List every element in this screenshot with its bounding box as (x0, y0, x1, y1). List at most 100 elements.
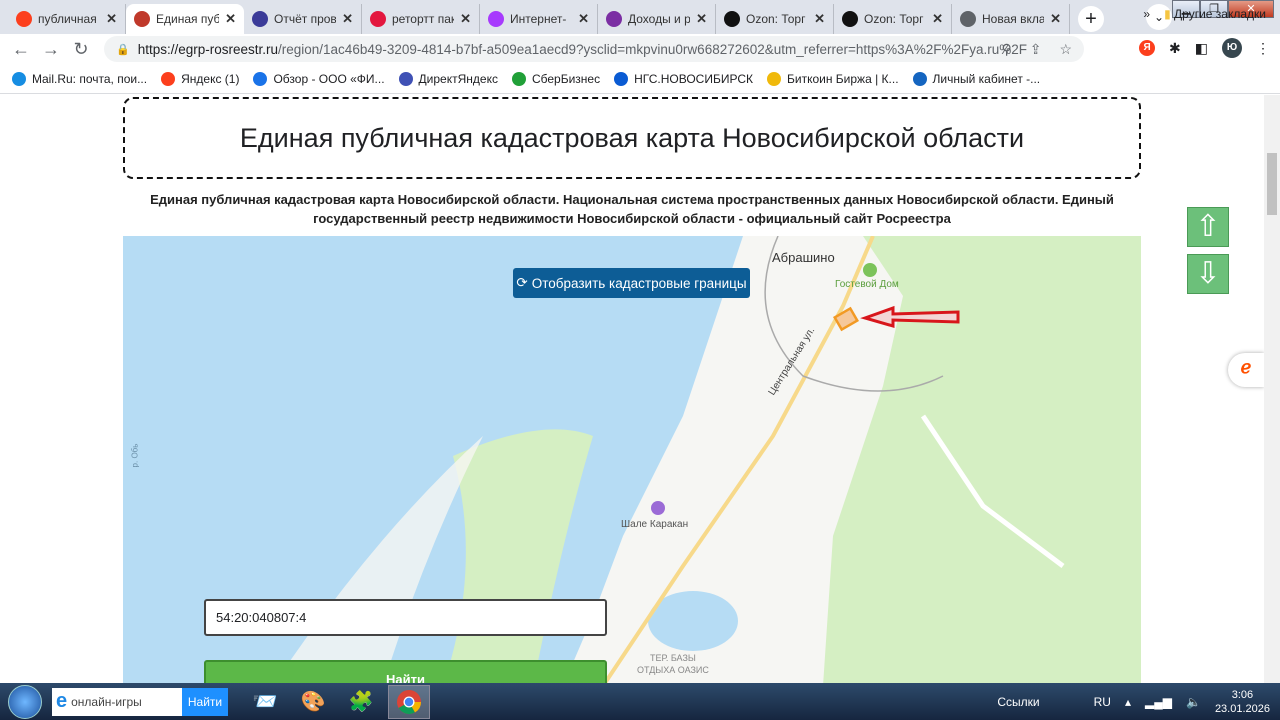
address-bar[interactable]: 🔒 https://egrp-rosreestr.ru/region/1ac46… (104, 36, 1084, 62)
close-tab-icon[interactable]: ✕ (342, 11, 353, 27)
bookmark-favicon-icon (511, 71, 526, 86)
more-bookmarks-button[interactable]: » (1143, 7, 1150, 21)
toolbar: ← → ↻ 🔒 https://egrp-rosreestr.ru/region… (0, 34, 1280, 64)
map[interactable]: Абрашино Гостевой Дом Центральная ул. Ша… (123, 236, 1141, 683)
tab[interactable]: Отчёт пров ✕ (244, 4, 362, 34)
taskbar-search-button[interactable]: Найти (182, 687, 228, 716)
bookmark-label: НГС.НОВОСИБИРСК (634, 71, 753, 86)
tab-title: Единая пуб (156, 12, 220, 26)
page-description: Единая публичная кадастровая карта Новос… (150, 192, 1114, 226)
tab-title: Ozon: Торг (864, 12, 924, 26)
tab[interactable]: Доходы и р ✕ (598, 4, 716, 34)
bookmark-item[interactable]: Яндекс (1) (161, 71, 239, 86)
tab[interactable]: Единая пуб ✕ (126, 4, 244, 34)
scrollbar-thumb[interactable] (1267, 153, 1277, 215)
forward-button[interactable]: → (36, 39, 66, 60)
w-icon (606, 11, 622, 27)
1688-widget-icon[interactable]: ℯ (1228, 353, 1264, 387)
close-tab-icon[interactable]: ✕ (932, 11, 943, 27)
volume-icon[interactable]: 🔈 (1186, 695, 1201, 709)
bookmark-favicon-icon (614, 71, 629, 86)
scroll-up-arrow-button[interactable]: ⇧ (1187, 207, 1229, 247)
reload-button[interactable]: ↻ (66, 39, 96, 60)
cadastral-number-input[interactable]: 54:20:040807:4 (204, 599, 607, 636)
start-button[interactable] (8, 684, 42, 719)
tab[interactable]: Ozon: Торг ✕ (716, 4, 834, 34)
extensions-puzzle-icon[interactable]: ✱ (1169, 40, 1181, 57)
map-label-river: р. Обь (130, 443, 140, 468)
tab[interactable]: Ozon: Торг ✕ (834, 4, 952, 34)
tab[interactable]: Новая вкла ✕ (952, 4, 1070, 34)
game-app-icon[interactable]: 🧩 (340, 685, 382, 719)
folder-icon: ▮ (1164, 7, 1171, 21)
clock-date: 23.01.2026 (1214, 702, 1270, 715)
bookmark-item[interactable]: ДиректЯндекс (398, 71, 498, 86)
close-tab-icon[interactable]: ✕ (106, 11, 117, 27)
bookmark-star-icon[interactable]: ☆ (1059, 41, 1072, 58)
tab[interactable]: публичная ✕ (8, 4, 126, 34)
links-toolbar[interactable]: Ссылки (997, 695, 1039, 709)
bookmark-item[interactable]: Обзор - ООО «ФИ... (253, 71, 385, 86)
web-page: Единая публичная кадастровая карта Новос… (0, 95, 1264, 683)
map-label-guest-house: Гостевой Дом (835, 279, 899, 290)
map-label-village: Абрашино (772, 250, 835, 265)
network-signal-icon[interactable]: ▂▄▆ (1145, 695, 1172, 709)
tab[interactable]: ретортт пак ✕ (362, 4, 480, 34)
bookmark-item[interactable]: СберБизнес (511, 71, 600, 86)
tray-arrow-icon[interactable]: ▴ (1125, 695, 1131, 709)
taskbar-search-input[interactable]: e онлайн-игры (52, 687, 182, 716)
close-tab-icon[interactable]: ✕ (814, 11, 825, 27)
page-scrollbar[interactable] (1264, 95, 1280, 683)
yandex-extension-icon[interactable]: Я (1139, 40, 1156, 56)
yandex-icon (16, 11, 32, 27)
bookmark-label: ДиректЯндекс (418, 71, 498, 86)
menu-kebab-icon[interactable]: ⋮ (1256, 40, 1270, 57)
taskbar: e онлайн-игры Найти 📨 🎨 🧩 Ссылки RU ▴ ▂▄▆… (0, 683, 1280, 720)
show-cadastral-borders-button[interactable]: ⟳ Отобразить кадастровые границы (513, 268, 750, 298)
language-indicator[interactable]: RU (1094, 695, 1111, 709)
close-tab-icon[interactable]: ✕ (1050, 11, 1061, 27)
clock-time: 3:06 (1231, 688, 1254, 701)
close-tab-icon[interactable]: ✕ (460, 11, 471, 27)
location-icon[interactable]: ⚲ (1001, 41, 1011, 58)
profile-avatar[interactable]: Ю (1222, 38, 1242, 58)
bookmark-favicon-icon (912, 71, 927, 86)
tab-title: ретортт пак (392, 12, 455, 26)
find-button[interactable]: Найти (204, 660, 607, 683)
bookmarks-bar: Mail.Ru: почта, пои... Яндекс (1) Обзор - … (0, 64, 1280, 94)
back-button[interactable]: ← (6, 39, 36, 60)
close-tab-icon[interactable]: ✕ (578, 11, 589, 27)
page-title: Единая публичная кадастровая карта Новос… (123, 97, 1141, 179)
bookmark-favicon-icon (767, 71, 781, 86)
bookmark-favicon-icon (161, 71, 176, 86)
map-label-chalet: Шале Каракан (621, 519, 689, 530)
bookmark-item[interactable]: Биткоин Биржа | К... (767, 71, 899, 86)
scroll-down-arrow-button[interactable]: ⇩ (1187, 254, 1229, 294)
tab[interactable]: Интернет- ✕ (480, 4, 598, 34)
chrome-taskbar-icon[interactable] (388, 684, 430, 719)
ie-icon: e (56, 690, 68, 712)
wildberries-icon (488, 11, 504, 27)
bookmark-item[interactable]: Личный кабинет -... (912, 71, 1040, 86)
bookmark-label: Обзор - ООО «ФИ... (273, 71, 385, 86)
bookmark-item[interactable]: НГС.НОВОСИБИРСК (614, 71, 753, 86)
tab-title: Интернет- (510, 12, 567, 26)
map-label-base-1: ТЕР. БАЗЫ (650, 653, 696, 663)
other-bookmarks-folder[interactable]: ▮ Другие закладки (1164, 7, 1266, 21)
map-label-base-2: ОТДЫХА ОАЗИС (637, 665, 709, 675)
side-panel-icon[interactable]: ◧ (1195, 40, 1208, 57)
rosreestr-emblem-icon (134, 11, 150, 27)
bookmark-item[interactable]: Mail.Ru: почта, пои... (12, 71, 148, 86)
bookmark-label: Mail.Ru: почта, пои... (32, 71, 148, 86)
clock[interactable]: 3:06 23.01.2026 (1215, 688, 1270, 716)
ie-app-icon[interactable]: 🎨 (292, 685, 334, 719)
bookmark-favicon-icon (398, 71, 413, 86)
share-icon[interactable]: ⇪ (1030, 41, 1042, 58)
close-tab-icon[interactable]: ✕ (696, 11, 707, 27)
close-tab-icon[interactable]: ✕ (225, 11, 236, 27)
tab-title: Доходы и р (628, 12, 691, 26)
new-tab-button[interactable]: + (1078, 6, 1104, 32)
ozon-red-icon (370, 11, 386, 27)
mail-app-icon[interactable]: 📨 (244, 685, 286, 719)
map-label-base: ТЕР. БАЗЫ ОТДЫХА ОАЗИС (637, 652, 709, 676)
